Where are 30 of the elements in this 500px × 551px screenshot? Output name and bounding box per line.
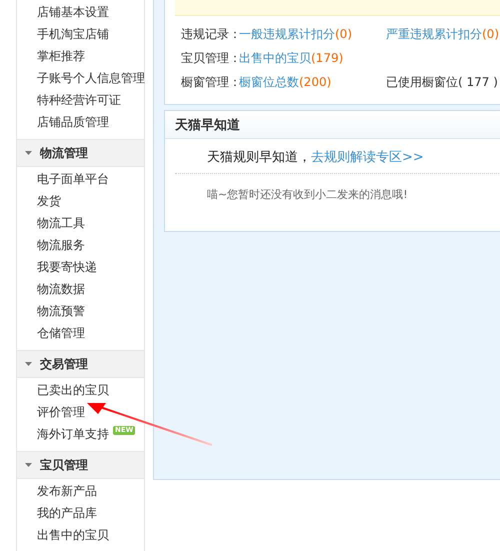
stat-text: 已使用橱窗位( 177 ) (386, 74, 498, 90)
sidebar-item[interactable]: 掌柜推荐 (37, 48, 85, 64)
sidebar-item[interactable]: 物流预警 (37, 302, 85, 320)
sidebar-item[interactable]: 仓储管理 (37, 324, 85, 342)
sidebar-item[interactable]: 子账号个人信息管理 (37, 70, 145, 86)
message-text: 喵~您暂时还没有收到小二发来的消息哦! (206, 187, 409, 202)
sidebar-item[interactable]: 手机淘宝店铺 (37, 26, 109, 42)
sidebar-item[interactable]: 评价管理 (37, 404, 85, 420)
sidebar-item[interactable]: 特种经营许可证 (37, 92, 121, 108)
sidebar-group-header[interactable]: 宝贝管理 (17, 451, 144, 479)
sidebar-item[interactable]: 我要寄快递 (37, 258, 97, 276)
sidebar-item[interactable]: 出售中的宝贝 (37, 526, 109, 544)
stat-label: 宝贝管理： (181, 50, 239, 66)
card-title: 天猫早知道 (175, 116, 240, 134)
stat-label: 违规记录： (181, 26, 239, 42)
sidebar-group-header[interactable]: 物流管理 (17, 139, 144, 167)
sidebar-item[interactable]: 电子面单平台 (37, 170, 109, 188)
sidebar-item[interactable]: 海外订单支持 (37, 426, 109, 442)
sidebar-item[interactable]: 已卖出的宝贝 (37, 382, 109, 398)
sidebar-item[interactable]: 物流数据 (37, 280, 85, 298)
sidebar-item[interactable]: 发货 (37, 192, 61, 210)
sidebar-item[interactable]: 发布新产品 (37, 482, 97, 500)
sidebar-item[interactable]: 店铺基本设置 (37, 4, 109, 20)
sidebar-item[interactable]: 我的产品库 (37, 504, 97, 522)
sidebar-item[interactable]: 物流服务 (37, 236, 85, 254)
intro-text: 天猫规则早知道， (207, 150, 311, 165)
sidebar-group-header[interactable]: 交易管理 (17, 350, 144, 378)
sidebar-item[interactable]: 店铺品质管理 (37, 114, 109, 130)
stat-label: 橱窗管理： (181, 74, 239, 90)
sidebar-item[interactable]: 物流工具 (37, 214, 85, 232)
